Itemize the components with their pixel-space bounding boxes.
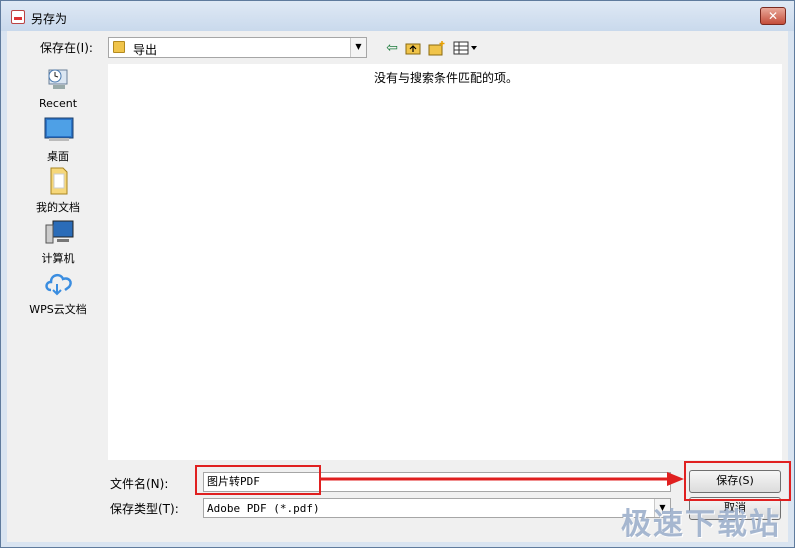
window-title: 另存为 xyxy=(31,12,68,26)
place-label: 我的文档 xyxy=(36,201,80,214)
filename-label: 文件名(N): xyxy=(110,477,169,491)
empty-message: 没有与搜索条件匹配的项。 xyxy=(374,71,519,85)
filetype-combobox[interactable]: Adobe PDF (*.pdf) ▼ xyxy=(203,498,671,518)
pdf-app-icon xyxy=(11,10,25,24)
highlight-filename-box xyxy=(195,465,321,495)
place-wps-cloud[interactable]: WPS云文档 xyxy=(9,268,107,318)
title-bar[interactable]: 另存为 ✕ xyxy=(1,1,794,31)
cloud-icon xyxy=(43,268,75,298)
folder-icon xyxy=(113,41,125,53)
place-documents[interactable]: 我的文档 xyxy=(9,166,107,216)
back-icon[interactable]: ⇦ xyxy=(384,40,400,56)
dialog-body: 保存在(I): 导出 ▼ ⇦ Recent 桌面 我的文档 计算机 WPS云文档… xyxy=(7,31,791,542)
filetype-label: 保存类型(T): xyxy=(110,502,179,516)
save-as-dialog: 另存为 ✕ 保存在(I): 导出 ▼ ⇦ Recent 桌面 我的文档 计算机 … xyxy=(0,0,795,548)
place-desktop[interactable]: 桌面 xyxy=(9,115,107,165)
chevron-down-icon[interactable]: ▼ xyxy=(350,38,366,57)
place-label: 计算机 xyxy=(41,252,75,265)
desktop-icon xyxy=(43,115,75,145)
location-label: 保存在(I): xyxy=(40,41,93,55)
place-label: Recent xyxy=(38,97,78,110)
place-computer[interactable]: 计算机 xyxy=(9,217,107,267)
new-folder-icon[interactable] xyxy=(428,40,445,56)
filetype-value: Adobe PDF (*.pdf) xyxy=(207,502,320,515)
documents-icon xyxy=(43,166,75,196)
recent-icon xyxy=(43,64,75,94)
file-list[interactable]: 没有与搜索条件匹配的项。 xyxy=(108,64,782,460)
up-folder-icon[interactable] xyxy=(405,40,421,56)
close-button[interactable]: ✕ xyxy=(760,7,786,25)
computer-icon xyxy=(43,217,75,247)
watermark-text: 极速下载站 xyxy=(621,507,781,542)
red-arrow xyxy=(321,472,684,486)
places-bar: Recent 桌面 我的文档 计算机 WPS云文档 xyxy=(9,61,107,461)
view-menu-icon[interactable] xyxy=(453,40,479,56)
location-value: 导出 xyxy=(133,43,158,57)
place-recent[interactable]: Recent xyxy=(9,64,107,114)
place-label: WPS云文档 xyxy=(29,303,87,316)
highlight-save-box xyxy=(684,461,791,501)
location-combobox[interactable]: 导出 ▼ xyxy=(108,37,367,58)
place-label: 桌面 xyxy=(47,150,69,163)
